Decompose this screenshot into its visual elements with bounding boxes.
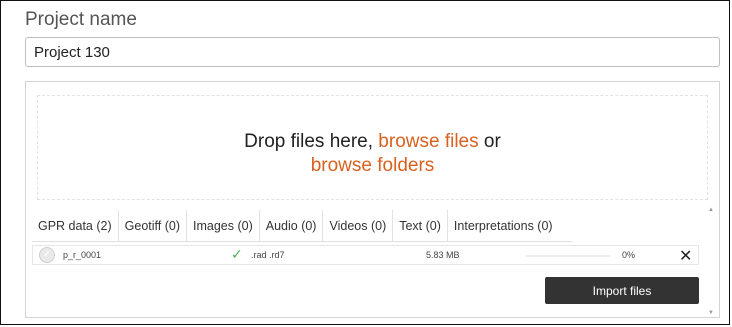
file-row: ✓ p_r_0001 ✓ .rad .rd7 5.83 MB 0% ✕ [32,245,699,265]
project-name-input[interactable] [25,37,720,67]
files-panel: Drop files here, browse files or browse … [25,81,720,318]
upload-progress-bar [526,255,610,257]
select-file-checkbox[interactable]: ✓ [39,247,55,263]
file-extensions: .rad .rd7 [251,250,285,260]
import-files-button[interactable]: Import files [545,277,699,304]
tab-geotiff[interactable]: Geotiff (0) [119,210,187,241]
project-name-label: Project name [25,9,137,30]
tab-text[interactable]: Text (0) [393,210,448,241]
tab-interpretations[interactable]: Interpretations (0) [448,210,559,241]
tab-audio[interactable]: Audio (0) [260,210,324,241]
checkmark-icon: ✓ [231,246,243,262]
upload-progress-text: 0% [622,250,636,260]
scroll-up-arrow-icon[interactable]: ▲ [707,206,715,214]
browse-folders-link[interactable]: browse folders [311,155,435,176]
file-dropzone[interactable]: Drop files here, browse files or browse … [37,95,708,200]
dropzone-line-2: browse folders [38,155,707,177]
file-size: 5.83 MB [426,250,460,260]
tab-images[interactable]: Images (0) [187,210,260,241]
dropzone-text: Drop files here, [244,131,379,152]
tab-videos[interactable]: Videos (0) [323,210,394,241]
scroll-down-arrow-icon[interactable]: ▼ [707,309,715,317]
upload-dialog: Project name Drop files here, browse fil… [0,0,730,325]
panel-scrollbar[interactable]: ▲ ▼ [707,206,715,317]
browse-files-link[interactable]: browse files [378,131,478,152]
file-type-tabs: GPR data (2) Geotiff (0) Images (0) Audi… [32,210,572,242]
dropzone-or-text: or [478,131,501,152]
file-name: p_r_0001 [63,250,102,260]
dropzone-line-1: Drop files here, browse files or [38,131,707,153]
close-icon[interactable]: ✕ [679,246,692,266]
tab-gpr-data[interactable]: GPR data (2) [32,210,119,241]
